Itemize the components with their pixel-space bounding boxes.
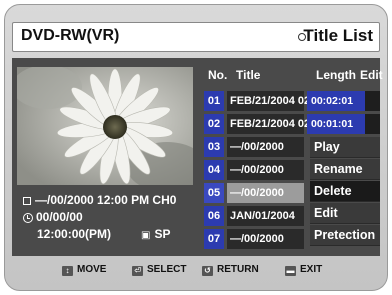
row-title: —/00/2000 bbox=[227, 229, 304, 249]
row-length: 00:02:01 bbox=[307, 91, 365, 111]
row-edit-cell bbox=[365, 114, 380, 134]
exit-icon: ▬ bbox=[285, 266, 296, 276]
page-title: Title List bbox=[303, 26, 373, 45]
info-date-line: —/00/2000 12:00 PM CH0 bbox=[23, 193, 176, 207]
footer-exit[interactable]: ▬ EXIT bbox=[285, 264, 322, 276]
menu-item-rename[interactable]: Rename bbox=[310, 159, 380, 180]
row-number: 03 bbox=[204, 137, 224, 157]
return-icon: ↺ bbox=[202, 266, 213, 276]
column-header-title: Title bbox=[236, 68, 261, 82]
column-header-no: No. bbox=[208, 68, 228, 82]
preview-thumbnail bbox=[17, 67, 193, 185]
row-number: 02 bbox=[204, 114, 224, 134]
enter-icon: ⏎ bbox=[132, 266, 143, 276]
info-mode: ▣ SP bbox=[141, 227, 171, 241]
footer-bar: ↕ MOVE ⏎ SELECT ↺ RETURN ▬ EXIT bbox=[12, 260, 380, 282]
row-number: 05 bbox=[204, 183, 224, 203]
row-title: FEB/21/2004 02 bbox=[227, 114, 310, 134]
title-info: —/00/2000 12:00 PM CH0 00/00/00 12:00:00… bbox=[17, 189, 193, 247]
menu-item-delete[interactable]: Delete bbox=[310, 181, 380, 202]
info-time-line: 12:00:00(PM) bbox=[37, 227, 112, 241]
row-title: —/00/2000 bbox=[227, 183, 304, 203]
menu-item-play[interactable]: Play bbox=[310, 137, 380, 158]
header-bar: DVD-RW(VR) Title List bbox=[12, 22, 380, 52]
info-duration-line: 00/00/00 bbox=[23, 210, 83, 224]
row-edit-cell bbox=[365, 91, 380, 111]
row-title: —/00/2000 bbox=[227, 137, 304, 157]
device-label: DVD-RW(VR) bbox=[21, 27, 120, 44]
updown-arrows-icon: ↕ bbox=[62, 266, 73, 276]
column-header-length: Length bbox=[316, 68, 356, 82]
row-title: JAN/01/2004 bbox=[227, 206, 304, 226]
footer-return[interactable]: ↺ RETURN bbox=[202, 264, 259, 276]
row-title: FEB/21/2004 02 bbox=[227, 91, 310, 111]
row-number: 07 bbox=[204, 229, 224, 249]
menu-item-protection[interactable]: Pretection bbox=[310, 225, 380, 246]
main-panel: —/00/2000 12:00 PM CH0 00/00/00 12:00:00… bbox=[12, 58, 383, 256]
column-header-edit: Edit bbox=[360, 68, 383, 82]
menu-item-edit[interactable]: Edit bbox=[310, 203, 380, 224]
lock-icon: ▣ bbox=[141, 230, 151, 241]
record-icon bbox=[23, 196, 31, 205]
footer-select[interactable]: ⏎ SELECT bbox=[132, 264, 186, 276]
context-menu: Play Rename Delete Edit Pretection bbox=[310, 137, 380, 247]
row-length: 00:01:01 bbox=[307, 114, 365, 134]
row-number: 06 bbox=[204, 206, 224, 226]
row-number: 01 bbox=[204, 91, 224, 111]
clock-icon bbox=[23, 212, 33, 223]
footer-move[interactable]: ↕ MOVE bbox=[62, 264, 106, 276]
row-number: 04 bbox=[204, 160, 224, 180]
row-title: —/00/2000 bbox=[227, 160, 304, 180]
